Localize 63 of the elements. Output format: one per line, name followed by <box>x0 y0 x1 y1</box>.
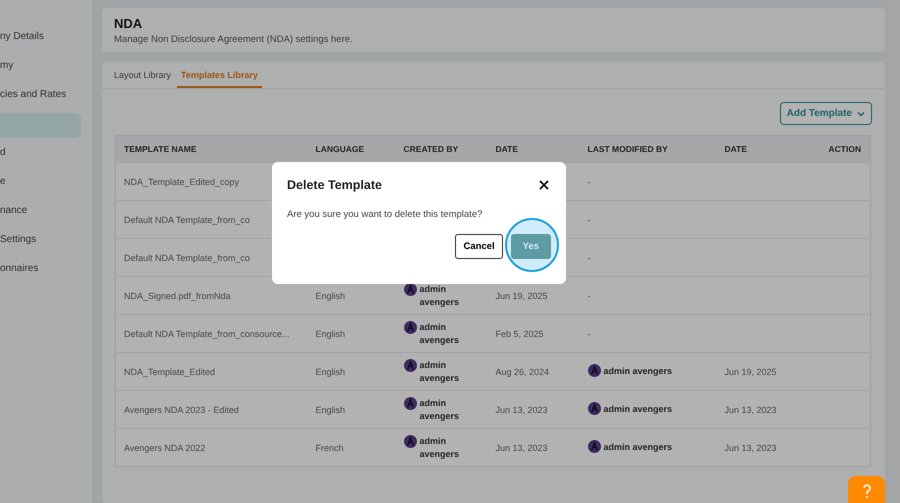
question-mark-icon <box>862 483 872 499</box>
caret-icon <box>857 110 865 116</box>
avatar-icon <box>404 320 416 334</box>
table-cell: Default NDA Template_from_consource... <box>116 314 308 352</box>
table-cell: - <box>588 252 590 262</box>
table-cell: English <box>316 404 346 414</box>
table-cell: - <box>588 328 590 338</box>
sidebar-item[interactable]: e <box>0 167 92 196</box>
table-cell: Avengers NDA 2023 - Edited <box>116 390 308 428</box>
user-name: admin avengers <box>604 404 672 414</box>
table-cell: Aug 26, 2024 <box>496 366 550 376</box>
avatar-icon <box>404 396 416 410</box>
avatar-icon <box>588 402 600 415</box>
sidebar-item[interactable]: my <box>0 51 92 80</box>
table-cell: Feb 5, 2025 <box>496 328 544 338</box>
column-header: DATE <box>716 136 820 162</box>
column-header: CREATED BY <box>396 136 488 162</box>
table-cell: Jun 13, 2023 <box>724 404 777 414</box>
table-cell: - <box>588 214 590 224</box>
sidebar-item[interactable]: ny Details <box>0 22 92 51</box>
page-title: NDA <box>114 16 144 31</box>
table-cell: Jun 13, 2023 <box>496 442 548 452</box>
page-subtitle: Manage Non Disclosure Agreement (NDA) settings here. <box>114 34 354 45</box>
user-name: admin avengers <box>420 358 460 384</box>
user-name: admin avengers <box>420 396 460 422</box>
table-cell: English <box>316 290 346 300</box>
column-header: LANGUAGE <box>308 136 396 162</box>
add-template-button[interactable]: Add Template <box>780 102 872 125</box>
table-cell: - <box>588 290 590 300</box>
column-header: TEMPLATE NAME <box>116 136 308 162</box>
sidebar-item[interactable]: cies and Rates <box>0 80 92 109</box>
close-icon[interactable] <box>537 178 551 192</box>
click-highlight <box>505 218 559 272</box>
avatar-icon <box>404 434 416 448</box>
table-cell: Jun 13, 2023 <box>724 442 777 452</box>
table-cell: French <box>316 442 344 452</box>
table-cell: NDA_Template_Edited <box>116 352 308 390</box>
sidebar-item[interactable]: nance <box>0 196 92 225</box>
table-cell: Avengers NDA 2022 <box>116 428 308 466</box>
table-cell: Jun 13, 2023 <box>496 404 548 414</box>
help-button[interactable] <box>848 476 885 503</box>
user-name: admin avengers <box>420 282 460 308</box>
avatar-icon <box>588 440 600 453</box>
user-name: admin avengers <box>604 442 672 452</box>
tab[interactable]: Layout Library <box>114 62 172 88</box>
user-name: admin avengers <box>420 320 460 346</box>
column-header: ACTION <box>820 136 870 162</box>
column-header: LAST MODIFIED BY <box>580 136 716 162</box>
table-cell: NDA_Signed.pdf_fromNda <box>116 276 308 314</box>
table-cell: English <box>316 328 346 338</box>
table-cell: English <box>316 366 346 376</box>
user-name: admin avengers <box>604 366 672 376</box>
avatar-icon <box>588 364 600 377</box>
cancel-button[interactable]: Cancel <box>455 234 503 259</box>
avatar-icon <box>404 358 416 372</box>
sidebar-item[interactable]: d <box>0 138 92 167</box>
table-cell: Jun 19, 2025 <box>496 290 548 300</box>
sidebar-item[interactable]: onnaires <box>0 254 92 283</box>
user-name: admin avengers <box>420 434 460 460</box>
sidebar-item[interactable]: Settings <box>0 225 92 254</box>
table-cell: - <box>588 176 590 186</box>
column-header: DATE <box>488 136 580 162</box>
table-cell: Jun 19, 2025 <box>724 366 777 376</box>
